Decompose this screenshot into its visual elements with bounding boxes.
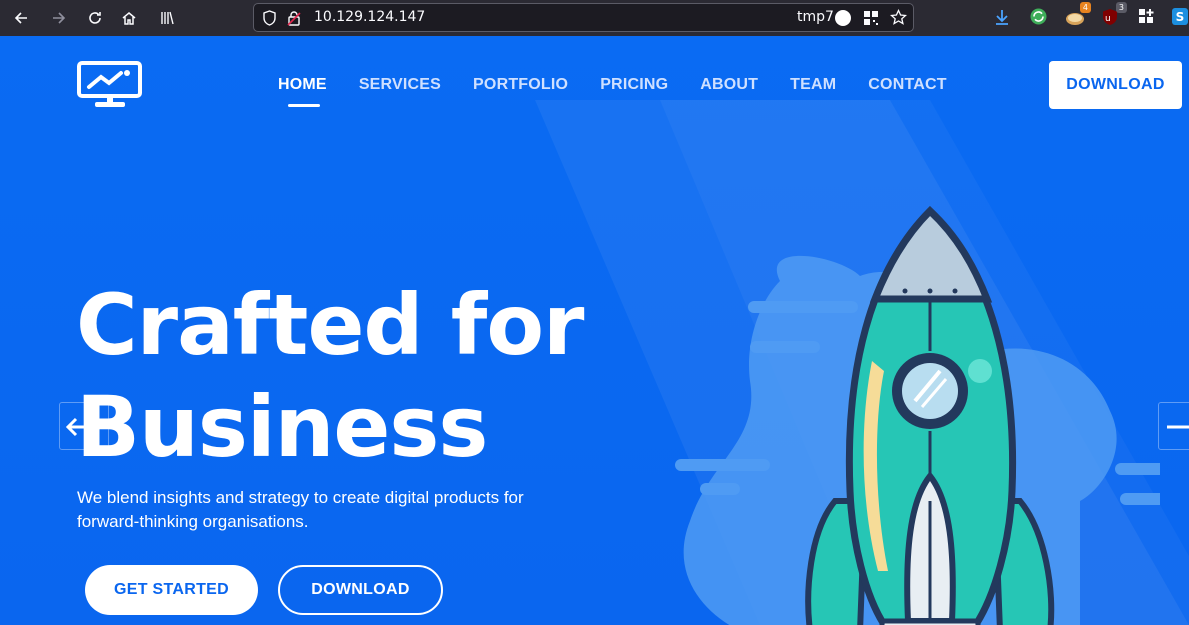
- nav-portfolio[interactable]: PORTFOLIO: [473, 76, 568, 94]
- browser-toolbar: 10.129.124.147 tmp7 4 u 3 S: [0, 0, 1189, 36]
- nav-home-label: HOME: [278, 76, 327, 93]
- rocket-illustration: [675, 206, 1160, 625]
- nav-home[interactable]: HOME: [278, 76, 327, 107]
- main-nav: HOME SERVICES PORTFOLIO PRICING ABOUT TE…: [278, 76, 979, 107]
- url-text[interactable]: 10.129.124.147: [314, 9, 425, 25]
- extensions-grid-icon[interactable]: [1138, 8, 1155, 29]
- qr-code-icon[interactable]: [863, 10, 879, 30]
- carousel-next-button[interactable]: [1158, 402, 1189, 450]
- landing-page: HOME SERVICES PORTFOLIO PRICING ABOUT TE…: [0, 36, 1189, 625]
- nav-services[interactable]: SERVICES: [359, 76, 441, 94]
- insecure-lock-icon[interactable]: [287, 10, 301, 30]
- hero-title: Crafted for Business: [76, 274, 584, 478]
- nav-active-underline: [288, 104, 320, 107]
- download-icon[interactable]: [993, 8, 1011, 30]
- hero-title-line1: Crafted for: [76, 276, 584, 374]
- logo-monitor-icon[interactable]: [77, 61, 143, 109]
- carousel-prev-button[interactable]: [59, 402, 109, 450]
- nav-team[interactable]: TEAM: [790, 76, 836, 94]
- nav-pricing[interactable]: PRICING: [600, 76, 668, 94]
- hero-subtitle: We blend insights and strategy to create…: [77, 488, 524, 531]
- hero-title-line2: Business: [76, 378, 488, 476]
- url-bar[interactable]: 10.129.124.147 tmp7: [253, 3, 914, 32]
- nav-about[interactable]: ABOUT: [700, 76, 758, 94]
- hero-download-button[interactable]: DOWNLOAD: [278, 565, 443, 615]
- header-download-button[interactable]: DOWNLOAD: [1049, 61, 1182, 109]
- arrow-left-icon: [65, 417, 90, 437]
- forward-icon[interactable]: [46, 5, 72, 31]
- bookmark-star-icon[interactable]: [889, 8, 908, 30]
- back-icon[interactable]: [8, 5, 34, 31]
- s-extension-icon[interactable]: S: [1172, 8, 1188, 25]
- reload-icon[interactable]: [82, 5, 108, 31]
- home-icon[interactable]: [116, 5, 142, 31]
- container-dot-icon: [835, 10, 851, 26]
- ublock-badge: 3: [1115, 2, 1127, 13]
- cookie-extension-icon[interactable]: 4: [1065, 2, 1091, 26]
- ublock-icon[interactable]: u 3: [1101, 2, 1127, 26]
- cookie-badge: 4: [1079, 2, 1091, 13]
- get-started-button[interactable]: GET STARTED: [85, 565, 258, 615]
- svg-text:u: u: [1105, 14, 1111, 24]
- tracking-shield-icon[interactable]: [262, 10, 277, 30]
- library-icon[interactable]: [154, 5, 180, 31]
- arrow-right-icon: [1167, 425, 1189, 429]
- container-label: tmp7: [797, 9, 834, 25]
- nav-contact[interactable]: CONTACT: [868, 76, 946, 94]
- sync-extension-icon[interactable]: [1029, 7, 1048, 30]
